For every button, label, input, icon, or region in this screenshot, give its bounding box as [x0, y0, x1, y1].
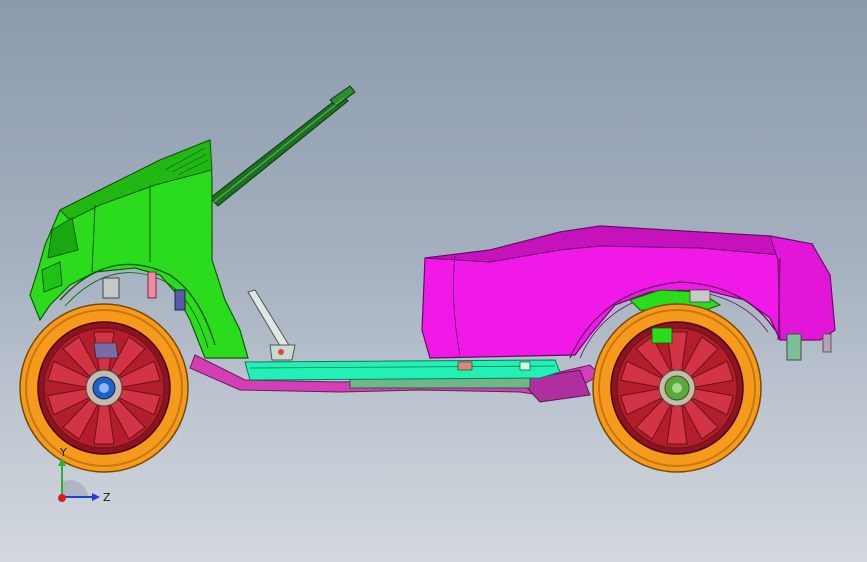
y-axis-label: Y: [59, 446, 67, 459]
steering-column[interactable]: [209, 85, 356, 207]
z-axis-label: Z: [103, 491, 111, 504]
x-axis-dot: [58, 494, 66, 502]
car-chassis-model[interactable]: Y Z: [0, 0, 867, 562]
front-wheel[interactable]: [19, 303, 189, 473]
pedal-bracket[interactable]: [247, 289, 296, 361]
rear-wheel[interactable]: [592, 303, 762, 473]
cad-viewport[interactable]: Y Z: [0, 0, 867, 562]
floor-panel[interactable]: [244, 359, 561, 381]
z-axis-arrowhead: [92, 493, 100, 501]
